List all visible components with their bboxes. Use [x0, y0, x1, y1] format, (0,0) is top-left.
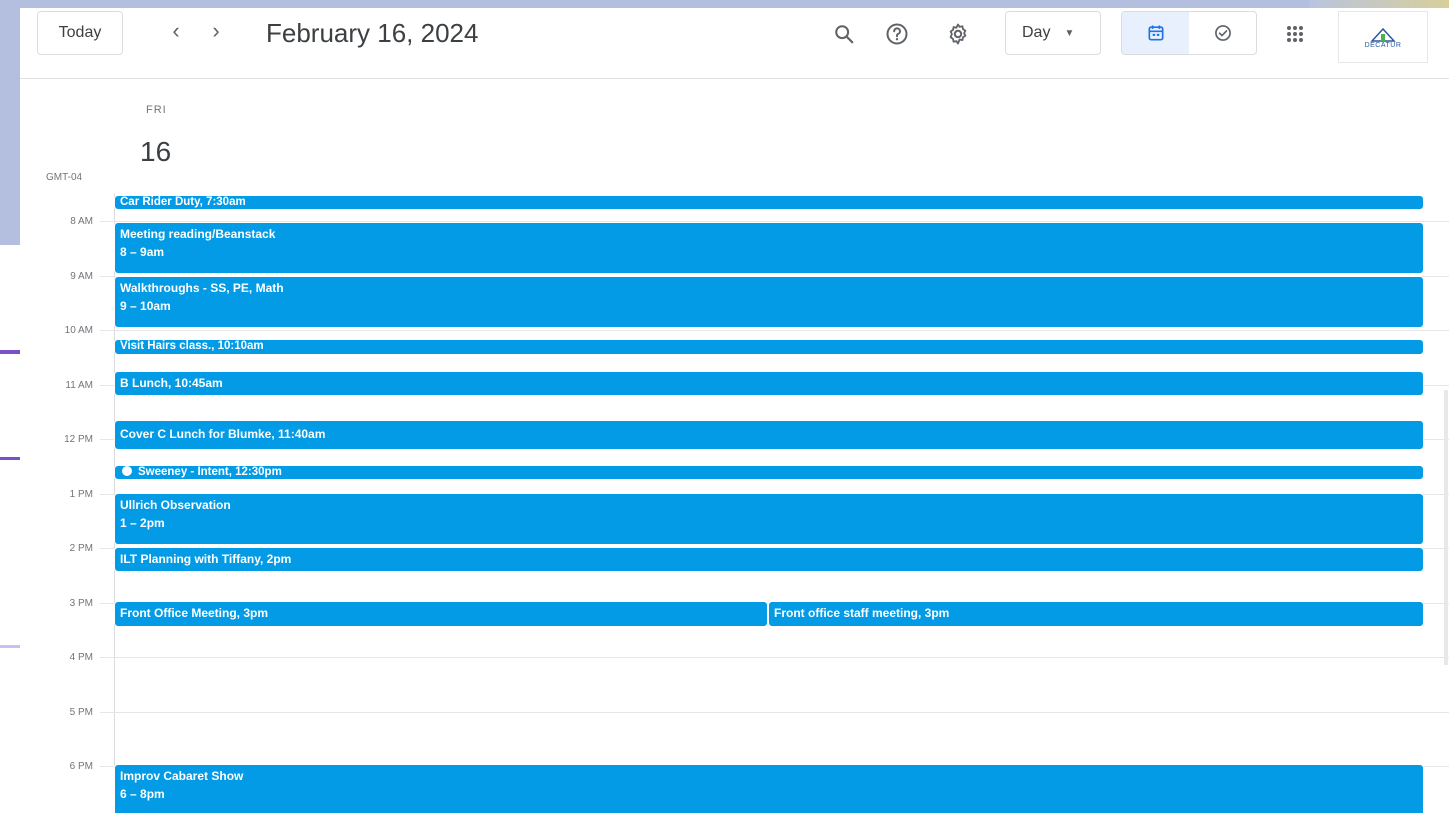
hour-label: 10 AM — [64, 325, 93, 336]
event-front-office-meeting[interactable]: Front Office Meeting, 3pm — [114, 601, 768, 627]
prev-day-button[interactable]: ‹ — [162, 18, 190, 44]
calendar-tasks-toggle — [1121, 11, 1257, 55]
hour-label: 12 PM — [64, 434, 93, 445]
event-front-office-staff-meeting[interactable]: Front office staff meeting, 3pm — [768, 601, 1424, 627]
tasks-view-button[interactable] — [1189, 12, 1256, 54]
check-circle-icon — [1214, 25, 1231, 41]
calendar-view-button[interactable] — [1122, 12, 1189, 54]
background-strip — [1309, 0, 1449, 8]
event-car-rider-duty[interactable]: Car Rider Duty, 7:30am — [114, 195, 1424, 210]
event-ilt-planning[interactable]: ILT Planning with Tiffany, 2pm — [114, 547, 1424, 572]
search-icon[interactable] — [828, 18, 860, 50]
event-meeting-reading[interactable]: Meeting reading/Beanstack 8 – 9am — [114, 222, 1424, 274]
gear-icon[interactable] — [942, 18, 974, 50]
hour-label: 1 PM — [69, 489, 93, 500]
event-b-lunch[interactable]: B Lunch, 10:45am — [114, 371, 1424, 396]
logo-text: DECATUR — [1364, 41, 1402, 49]
hour-label: 8 AM — [70, 216, 93, 227]
event-title: Car Rider Duty, 7:30am — [120, 196, 246, 208]
status-dot-icon — [122, 466, 132, 476]
hour-gridline — [100, 330, 1449, 331]
background-bar — [0, 350, 20, 354]
logo-icon — [1370, 27, 1396, 42]
event-title: B Lunch, 10:45am — [120, 376, 223, 390]
today-button[interactable]: Today — [37, 11, 123, 55]
organization-logo[interactable]: DECATUR — [1338, 11, 1428, 63]
hour-label: 5 PM — [69, 707, 93, 718]
event-title: ILT Planning with Tiffany, 2pm — [120, 552, 292, 566]
view-label: Day — [1022, 24, 1051, 41]
day-of-week: FRI — [146, 104, 167, 116]
apps-grid-icon[interactable] — [1279, 18, 1311, 50]
help-icon[interactable] — [881, 18, 913, 50]
event-time: 9 – 10am — [120, 299, 171, 313]
caret-down-icon: ▼ — [1064, 27, 1075, 39]
calendar-header: Today ‹ › February 16, 2024 Day ▼ DECATU… — [20, 8, 1449, 79]
hour-label: 3 PM — [69, 598, 93, 609]
event-title: Front Office Meeting, 3pm — [120, 606, 269, 620]
hour-label: 2 PM — [69, 543, 93, 554]
event-title: Meeting reading/Beanstack — [120, 227, 276, 241]
background-bar — [0, 645, 20, 648]
date-title: February 16, 2024 — [266, 18, 479, 48]
hour-label: 4 PM — [69, 652, 93, 663]
event-cover-c-lunch[interactable]: Cover C Lunch for Blumke, 11:40am — [114, 420, 1424, 450]
event-ullrich-observation[interactable]: Ullrich Observation 1 – 2pm — [114, 493, 1424, 545]
hour-gridline — [100, 712, 1449, 713]
event-time: 8 – 9am — [120, 245, 165, 259]
event-time: 6 – 8pm — [120, 787, 165, 801]
event-visit-hairs-class[interactable]: Visit Hairs class., 10:10am — [114, 339, 1424, 355]
event-walkthroughs[interactable]: Walkthroughs - SS, PE, Math 9 – 10am — [114, 276, 1424, 328]
background-bar — [0, 457, 20, 460]
event-time: 1 – 2pm — [120, 516, 165, 530]
event-title: Front office staff meeting, 3pm — [774, 606, 950, 620]
event-title: Sweeney - Intent, 12:30pm — [138, 466, 282, 478]
event-sweeney-intent[interactable]: Sweeney - Intent, 12:30pm — [114, 465, 1424, 480]
view-dropdown[interactable]: Day ▼ — [1005, 11, 1101, 55]
timezone-label: GMT-04 — [46, 172, 83, 183]
hour-label: 11 AM — [65, 380, 93, 391]
event-title: Improv Cabaret Show — [120, 769, 244, 783]
day-number[interactable]: 16 — [140, 136, 171, 168]
event-title: Ullrich Observation — [120, 498, 231, 512]
hour-label: 9 AM — [70, 271, 93, 282]
event-title: Visit Hairs class., 10:10am — [120, 340, 264, 352]
hour-gridline — [100, 657, 1449, 658]
event-improv-cabaret-show[interactable]: Improv Cabaret Show 6 – 8pm — [114, 764, 1424, 813]
event-title: Walkthroughs - SS, PE, Math — [120, 281, 284, 295]
hour-label: 6 PM — [69, 761, 93, 772]
calendar-icon — [1148, 25, 1163, 41]
event-title: Cover C Lunch for Blumke, 11:40am — [120, 427, 326, 441]
next-day-button[interactable]: › — [202, 18, 230, 44]
scrollbar[interactable] — [1444, 390, 1448, 665]
